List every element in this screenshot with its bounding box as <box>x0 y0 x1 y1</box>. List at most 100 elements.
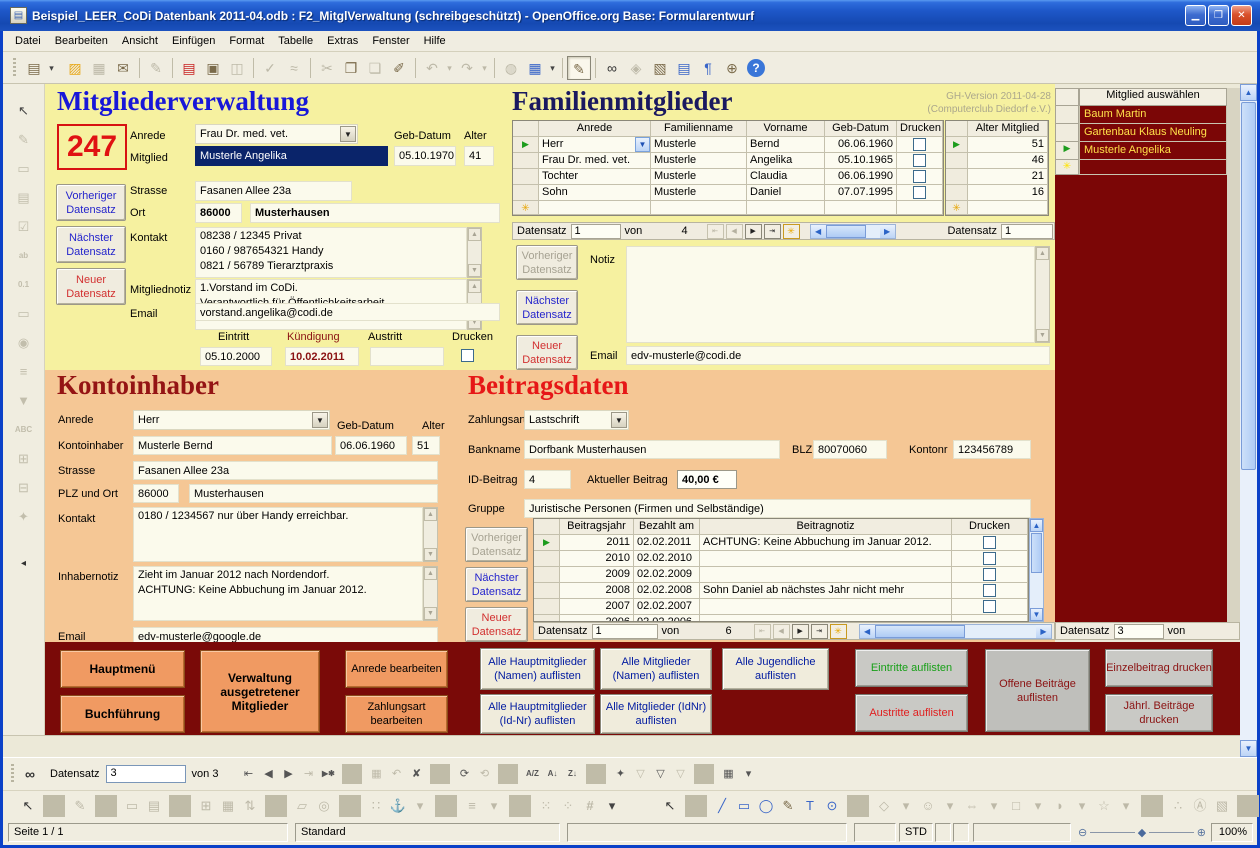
drucken-checkbox[interactable] <box>913 186 926 199</box>
push-button-icon[interactable]: ▭ <box>11 301 37 327</box>
table-dropdown-icon[interactable]: ▾ <box>547 56 558 80</box>
member-alter-field[interactable]: 41 <box>464 146 494 166</box>
hyperlink-icon[interactable]: ◍ <box>499 56 523 80</box>
member-email-field[interactable]: vorstand.angelika@codi.de <box>195 303 500 321</box>
nonprinting-characters-icon[interactable]: ¶ <box>696 56 720 80</box>
cut-icon[interactable]: ✂ <box>315 56 339 80</box>
drucken-checkbox[interactable] <box>913 154 926 167</box>
list-box-icon[interactable]: ≡ <box>11 359 37 385</box>
zoom-icon[interactable]: ⊕ <box>720 56 744 80</box>
member-kontakt-field[interactable]: 08238 / 12345 Privat 0160 / 987654321 Ha… <box>195 227 467 278</box>
konto-anrede-dropdown[interactable]: Herr▼ <box>133 410 330 430</box>
family-email-field[interactable]: edv-musterle@codi.de <box>626 346 1050 365</box>
austritte-button[interactable]: Austritte auflisten <box>855 694 968 732</box>
sort-ascending-icon[interactable]: A↓ <box>542 764 562 784</box>
beitrag-record-input[interactable]: 1 <box>592 624 658 639</box>
automatic-control-focus-icon[interactable]: ◎ <box>313 795 335 817</box>
member-previous-record-button[interactable]: Vorheriger Datensatz <box>56 184 126 221</box>
design-mode-icon[interactable]: ✎ <box>69 795 91 817</box>
scroll-down-icon[interactable]: ▼ <box>1240 740 1257 757</box>
drucken-checkbox[interactable] <box>983 584 996 597</box>
sidebar-item[interactable]: Baum Martin <box>1079 106 1227 124</box>
wizards-icon[interactable]: ✦ <box>11 504 37 530</box>
previous-record-icon[interactable]: ◀ <box>258 764 278 784</box>
zahlungsart-dropdown[interactable]: Lastschrift▼ <box>524 410 629 430</box>
last-record-icon[interactable]: ⇥ <box>764 224 781 239</box>
member-plz-field[interactable]: 86000 <box>195 203 242 223</box>
austritt-field[interactable] <box>370 347 444 366</box>
menu-bearbeiten[interactable]: Bearbeiten <box>48 33 115 49</box>
zoom-slider-thumb[interactable]: ◆ <box>1138 826 1146 839</box>
drucken-checkbox[interactable] <box>983 536 996 549</box>
record-number-input[interactable]: 3 <box>106 765 186 783</box>
new-document-icon[interactable]: ▤ <box>22 56 46 80</box>
undo-dropdown-icon[interactable]: ▾ <box>444 56 455 80</box>
first-record-icon[interactable]: ⇤ <box>238 764 258 784</box>
callout-shapes-dropdown-icon[interactable]: ▾ <box>1071 795 1093 817</box>
kontakt-scrollbar[interactable]: ▲▼ <box>467 227 482 278</box>
from-file-icon[interactable]: ▧ <box>1211 795 1233 817</box>
last-record-icon[interactable]: ⇥ <box>298 764 318 784</box>
callouts-icon[interactable]: ⊙ <box>821 795 843 817</box>
hauptmitglieder-idnr-button[interactable]: Alle Hauptmitglieder (Id-Nr) auflisten <box>480 694 595 734</box>
find-icon[interactable]: ∞ <box>600 56 624 80</box>
hauptmenu-button[interactable]: Hauptmenü <box>60 650 185 688</box>
aktueller-beitrag-field[interactable]: 40,00 € <box>677 470 737 489</box>
control-properties-icon[interactable]: ▭ <box>11 156 37 182</box>
konto-geb-field[interactable]: 06.06.1960 <box>335 436 407 455</box>
close-button[interactable]: ✕ <box>1231 5 1252 26</box>
menu-ansicht[interactable]: Ansicht <box>115 33 165 49</box>
fontwork-icon[interactable]: Ⓐ <box>1189 795 1211 817</box>
text-icon[interactable]: T <box>799 795 821 817</box>
col-beitragnotiz[interactable]: Beitragnotiz <box>700 519 952 535</box>
check-box-icon[interactable]: ☑ <box>11 214 37 240</box>
callout-shapes-icon[interactable]: ◗ <box>1049 795 1071 817</box>
drucken-checkbox[interactable] <box>913 138 926 151</box>
col-vorname[interactable]: Vorname <box>747 121 825 137</box>
line-icon[interactable]: ╱ <box>711 795 733 817</box>
position-size-icon[interactable]: ∷ <box>365 795 387 817</box>
col-drucken[interactable]: Drucken <box>952 519 1028 535</box>
konto-alter-field[interactable]: 51 <box>412 436 440 455</box>
new-record-icon[interactable]: ✳ <box>783 224 800 239</box>
edit-file-icon[interactable]: ✎ <box>144 56 168 80</box>
zoom-slider[interactable]: ⊖ ◆ ⊕ <box>1078 823 1206 842</box>
flowchart-icon[interactable]: □ <box>1005 795 1027 817</box>
snap-to-grid-icon[interactable]: ⁘ <box>557 795 579 817</box>
insert-mode-indicator[interactable]: STD <box>899 823 933 842</box>
design-mode-icon[interactable]: ✎ <box>567 56 591 80</box>
buchfuehrung-button[interactable]: Buchführung <box>60 695 185 733</box>
minimize-button[interactable]: ▁ <box>1185 5 1206 26</box>
basic-shapes-icon[interactable]: ◇ <box>873 795 895 817</box>
form-design-icon[interactable]: ⊟ <box>11 475 37 501</box>
next-record-icon[interactable]: ▶ <box>278 764 298 784</box>
navigator-icon[interactable]: ◈ <box>624 56 648 80</box>
sidebar-record-input[interactable]: 3 <box>1114 624 1164 639</box>
symbol-shapes-dropdown-icon[interactable]: ▾ <box>939 795 961 817</box>
page-preview-icon[interactable]: ◫ <box>225 56 249 80</box>
member-ort-field[interactable]: Musterhausen <box>250 203 500 223</box>
redo-dropdown-icon[interactable]: ▾ <box>479 56 490 80</box>
autofilter-icon[interactable]: ✦ <box>610 764 630 784</box>
table-icon[interactable]: ▦ <box>523 56 547 80</box>
paste-icon[interactable]: ❏ <box>363 56 387 80</box>
data-sources-icon[interactable]: ▤ <box>672 56 696 80</box>
jaehrliche-beitraege-button[interactable]: Jährl. Beiträge drucken <box>1105 694 1213 732</box>
menu-fenster[interactable]: Fenster <box>365 33 416 49</box>
family-notiz-field[interactable] <box>626 246 1035 343</box>
find-record-icon[interactable]: ∞ <box>20 764 40 784</box>
kontonr-field[interactable]: 123456789 <box>953 440 1031 459</box>
konto-plz-field[interactable]: 86000 <box>133 484 179 503</box>
rectangle-icon[interactable]: ▭ <box>733 795 755 817</box>
menu-format[interactable]: Format <box>222 33 271 49</box>
alignment-dropdown-icon[interactable]: ▾ <box>483 795 505 817</box>
drucken-checkbox[interactable] <box>983 568 996 581</box>
add-field-icon[interactable]: ▦ <box>217 795 239 817</box>
form-based-filter-icon[interactable]: ▽ <box>650 764 670 784</box>
family-notiz-scrollbar[interactable]: ▲▼ <box>1035 246 1050 343</box>
alignment-icon[interactable]: ≡ <box>461 795 483 817</box>
print-icon[interactable]: ▣ <box>201 56 225 80</box>
menu-tabelle[interactable]: Tabelle <box>271 33 320 49</box>
new-record-icon[interactable]: ▶✱ <box>318 764 338 784</box>
symbol-shapes-icon[interactable]: ☺ <box>917 795 939 817</box>
